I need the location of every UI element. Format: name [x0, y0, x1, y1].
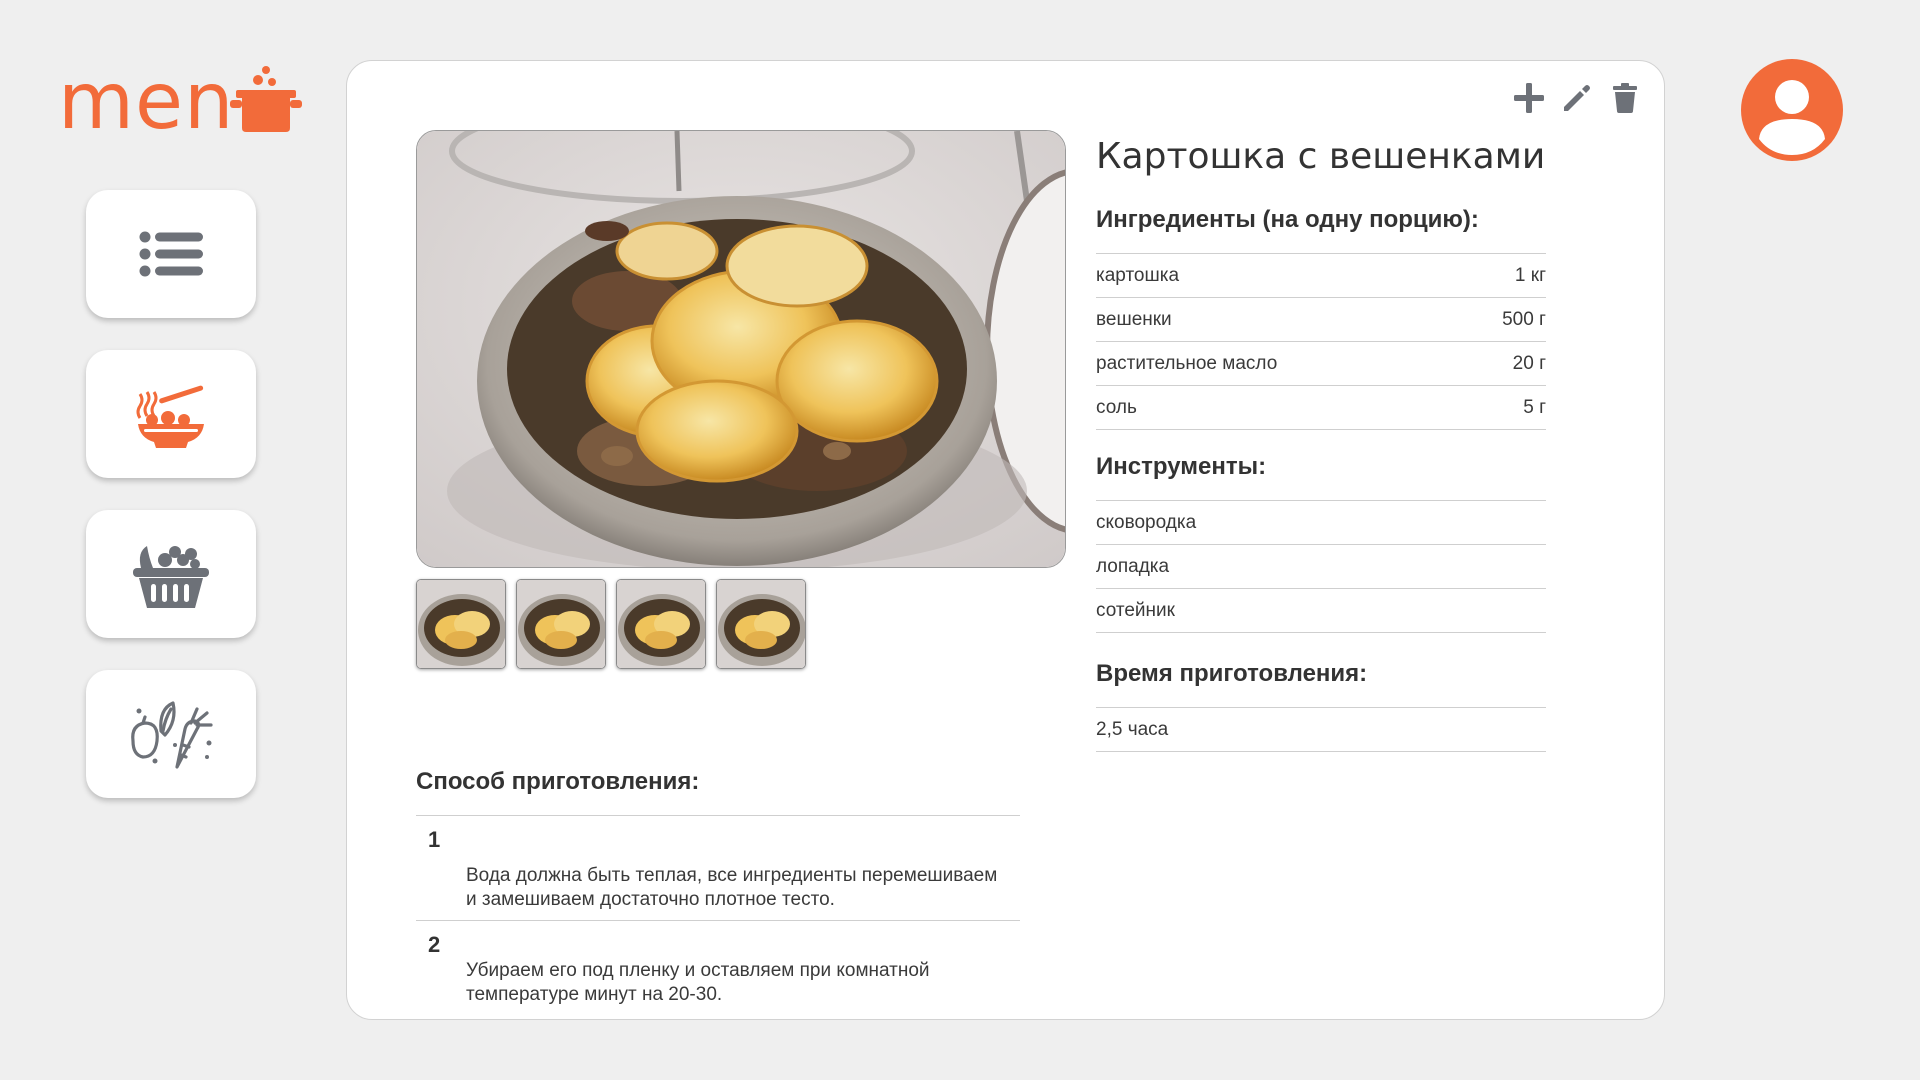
- time-heading: Время приготовления:: [1096, 659, 1546, 708]
- tool-row: сотейник: [1096, 589, 1546, 633]
- time-row: 2,5 часа: [1096, 708, 1546, 752]
- sidebar-item-list[interactable]: [86, 190, 256, 318]
- app-logo[interactable]: men: [58, 57, 302, 147]
- ingredient-amount: 5 г: [1523, 396, 1546, 418]
- ingredient-name: соль: [1096, 396, 1137, 418]
- ingredient-row: соль 5 г: [1096, 386, 1546, 430]
- add-button[interactable]: [1512, 81, 1546, 115]
- ingredient-amount: 500 г: [1502, 308, 1546, 330]
- step-item: 2 Убираем его под пленку и оставляем при…: [416, 921, 1020, 1015]
- edit-button[interactable]: [1560, 81, 1594, 115]
- avatar[interactable]: [1741, 59, 1843, 161]
- thumbnail-image: [717, 580, 805, 668]
- dish-image: [417, 131, 1065, 567]
- recipe-info: Картошка с вешенками Ингредиенты (на одн…: [1096, 133, 1546, 752]
- thumbnail-image: [617, 580, 705, 668]
- recipe-card: Способ приготовления: 1 Вода должна быть…: [346, 60, 1665, 1020]
- ingredient-row: вешенки 500 г: [1096, 298, 1546, 342]
- step-number: 1: [428, 827, 441, 852]
- thumbnail-image: [417, 580, 505, 668]
- sidebar-item-products[interactable]: [86, 670, 256, 798]
- sidebar-item-groceries[interactable]: [86, 510, 256, 638]
- ingredients-heading: Ингредиенты (на одну порцию):: [1096, 205, 1546, 254]
- delete-button[interactable]: [1608, 81, 1642, 115]
- pot-icon: [230, 66, 302, 132]
- step-text: Вода должна быть теплая, все ингредиенты…: [466, 865, 998, 910]
- thumbnail[interactable]: [716, 579, 806, 669]
- recipe-photo[interactable]: [416, 130, 1066, 568]
- ingredient-row: растительное масло 20 г: [1096, 342, 1546, 386]
- method-heading: Способ приготовления:: [416, 767, 1020, 816]
- step-text: Убираем его под пленку и оставляем при к…: [466, 960, 930, 1005]
- list-icon: [139, 231, 203, 277]
- method-section: Способ приготовления: 1 Вода должна быть…: [416, 767, 1020, 1015]
- tool-name: сотейник: [1096, 599, 1175, 621]
- cooking-time: 2,5 часа: [1096, 718, 1169, 740]
- pencil-icon: [1564, 85, 1590, 111]
- ingredient-name: вешенки: [1096, 308, 1172, 330]
- step-item: 1 Вода должна быть теплая, все ингредиен…: [416, 816, 1020, 921]
- basket-icon: [133, 546, 209, 608]
- ingredient-name: растительное масло: [1096, 352, 1278, 374]
- photo-thumbnails: [416, 579, 806, 669]
- tool-row: сковородка: [1096, 501, 1546, 545]
- recipe-title: Картошка с вешенками: [1096, 136, 1546, 177]
- tool-row: лопадка: [1096, 545, 1546, 589]
- tool-name: лопадка: [1096, 555, 1170, 577]
- thumbnail[interactable]: [516, 579, 606, 669]
- plus-icon: [1514, 83, 1544, 113]
- thumbnail-image: [517, 580, 605, 668]
- tool-name: сковородка: [1096, 511, 1197, 533]
- trash-icon: [1613, 83, 1637, 113]
- step-number: 2: [428, 932, 441, 957]
- vegetables-icon: [131, 701, 213, 769]
- logo-text: men: [58, 57, 235, 147]
- sidebar-item-recipes[interactable]: [86, 350, 256, 478]
- ingredient-name: картошка: [1096, 264, 1180, 286]
- card-toolbar: [1512, 81, 1642, 115]
- noodle-bowl-icon: [136, 385, 204, 448]
- thumbnail[interactable]: [416, 579, 506, 669]
- ingredient-amount: 20 г: [1512, 352, 1546, 374]
- ingredient-amount: 1 кг: [1514, 264, 1546, 286]
- thumbnail[interactable]: [616, 579, 706, 669]
- tools-heading: Инструменты:: [1096, 452, 1546, 501]
- ingredient-row: картошка 1 кг: [1096, 254, 1546, 298]
